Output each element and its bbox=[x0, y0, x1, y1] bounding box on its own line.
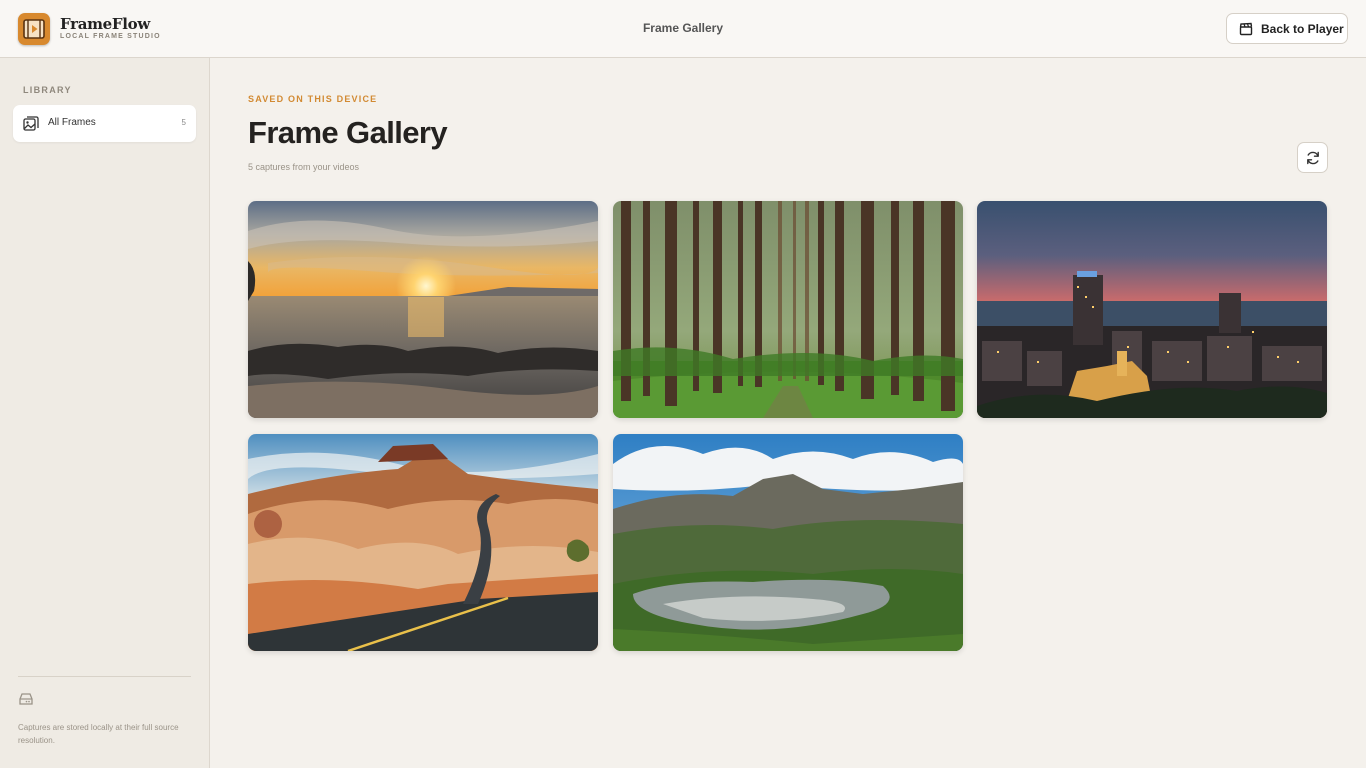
top-bar: FrameFlow LOCAL FRAME STUDIO Frame Galle… bbox=[0, 0, 1366, 58]
back-to-player-label: Back to Player bbox=[1261, 22, 1344, 36]
page-eyebrow: SAVED ON THIS DEVICE bbox=[248, 94, 378, 104]
app-logo bbox=[18, 13, 50, 45]
page-title: Frame Gallery bbox=[248, 115, 448, 150]
frame-thumbnail[interactable] bbox=[613, 434, 963, 651]
refresh-button[interactable] bbox=[1297, 142, 1328, 173]
frame-thumbnail[interactable] bbox=[248, 201, 598, 418]
page-subtitle: 5 captures from your videos bbox=[248, 162, 360, 172]
sidebar-item-all-frames[interactable]: All Frames 5 bbox=[13, 105, 196, 142]
library-heading: LIBRARY bbox=[23, 85, 72, 95]
sidebar-divider bbox=[18, 676, 191, 677]
city-dusk-image bbox=[977, 201, 1327, 418]
refresh-icon bbox=[1307, 151, 1319, 165]
app-name: FrameFlow bbox=[60, 15, 150, 33]
back-to-player-button[interactable]: Back to Player bbox=[1226, 13, 1348, 44]
frame-thumbnail[interactable] bbox=[248, 434, 598, 651]
mountain-lake-image bbox=[613, 434, 963, 651]
sidebar: LIBRARY All Frames 5 Captures are stored… bbox=[0, 58, 210, 768]
hard-drive-icon bbox=[19, 693, 33, 705]
frame-thumbnail[interactable] bbox=[613, 201, 963, 418]
frame-thumbnail[interactable] bbox=[977, 201, 1327, 418]
gallery-icon bbox=[23, 116, 39, 131]
ocean-sunset-image bbox=[248, 201, 598, 418]
desert-road-image bbox=[248, 434, 598, 651]
header-title: Frame Gallery bbox=[642, 21, 724, 35]
storage-note: Captures are stored locally at their ful… bbox=[18, 723, 179, 745]
sidebar-item-count: 5 bbox=[181, 118, 186, 127]
pine-forest-image bbox=[613, 201, 963, 418]
clapperboard-icon bbox=[1239, 22, 1253, 36]
sidebar-item-label: All Frames bbox=[48, 117, 96, 128]
film-play-icon bbox=[23, 19, 45, 39]
app-tagline: LOCAL FRAME STUDIO bbox=[60, 33, 161, 40]
